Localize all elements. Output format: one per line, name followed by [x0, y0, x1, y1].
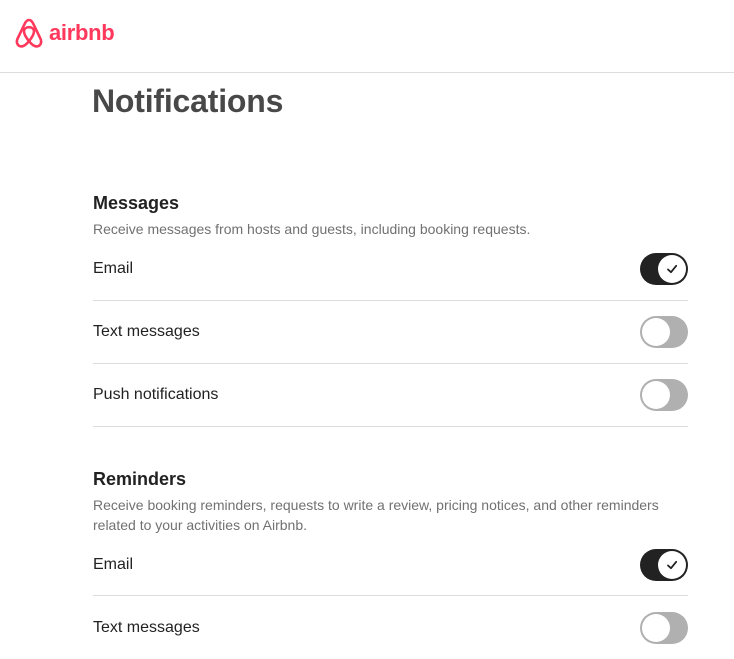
section-messages: Messages Receive messages from hosts and…	[93, 192, 688, 427]
section-title: Reminders	[93, 469, 187, 489]
toggle-messages-push[interactable]	[640, 379, 688, 411]
section-reminders: Reminders Receive booking reminders, req…	[93, 468, 688, 659]
top-header: airbnb	[0, 0, 734, 73]
toggle-messages-text[interactable]	[640, 316, 688, 348]
page-title: Notifications	[92, 83, 284, 119]
section-description: Receive booking reminders, requests to w…	[93, 497, 659, 533]
brand-name: airbnb	[49, 20, 115, 45]
section-title: Messages	[93, 193, 180, 213]
setting-label: Text messages	[93, 618, 200, 636]
toggle-knob	[642, 381, 670, 409]
toggle-messages-email[interactable]	[640, 253, 688, 285]
toggle-knob	[658, 550, 686, 579]
setting-label: Push notifications	[93, 386, 219, 403]
toggle-reminders-text[interactable]	[640, 611, 688, 644]
setting-row-reminders-text: Text messages	[93, 596, 688, 659]
toggle-knob	[642, 318, 670, 346]
setting-label: Text messages	[93, 323, 200, 340]
check-icon	[667, 560, 678, 569]
setting-row-reminders-email: Email	[93, 534, 688, 596]
airbnb-logo[interactable]: airbnb	[13, 15, 115, 51]
setting-row-messages-email: Email	[93, 238, 688, 301]
toggle-reminders-email[interactable]	[640, 548, 688, 581]
toggle-knob	[642, 613, 670, 642]
airbnb-belo-icon	[15, 18, 43, 48]
setting-label: Email	[93, 555, 134, 573]
setting-row-messages-text: Text messages	[93, 301, 688, 364]
check-icon	[667, 264, 678, 274]
section-description: Receive messages from hosts and guests, …	[93, 221, 531, 237]
toggle-knob	[658, 255, 686, 283]
setting-label: Email	[93, 260, 134, 277]
setting-row-messages-push: Push notifications	[93, 364, 688, 427]
